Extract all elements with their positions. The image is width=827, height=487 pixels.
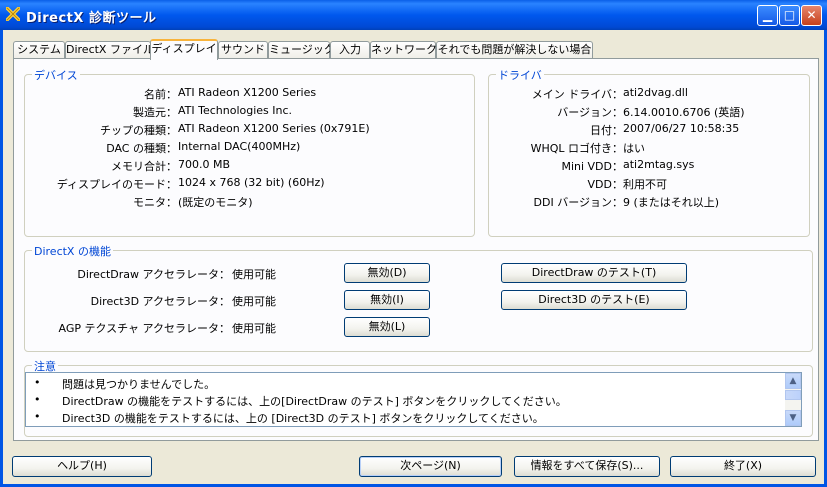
window-title: DirectX 診断ツール (26, 11, 157, 26)
scroll-down-button[interactable]: ▼ (785, 410, 801, 426)
driver-ddi-label: DDI バージョン： (533, 196, 623, 209)
driver-vdd-value: 利用不可 (623, 178, 667, 191)
minimize-icon: ▁ (762, 8, 773, 22)
device-mode-value: 1024 x 768 (32 bit) (60Hz) (178, 176, 325, 189)
scroll-up-button[interactable]: ▲ (785, 373, 801, 389)
driver-date-value: 2007/06/27 10:58:35 (623, 122, 740, 135)
note-text: Direct3D の機能をテストするには、上の [Direct3D のテスト] … (62, 412, 544, 425)
device-group-title: デバイス (32, 67, 80, 83)
driver-minivdd-value: ati2mtag.sys (623, 158, 695, 171)
driver-minivdd-label: Mini VDD： (561, 160, 623, 173)
device-memory-label: メモリ合計： (111, 160, 177, 173)
directx-features-group: DirectX の機能 DirectDraw アクセラレータ： 使用可能 無効(… (24, 243, 813, 352)
device-dac-label: DAC の種類： (106, 142, 177, 155)
driver-version-label: バージョン： (557, 106, 623, 119)
agp-accel-label: AGP テクスチャ アクセラレータ： (58, 322, 231, 335)
driver-whql-label: WHQL ロゴ付き： (530, 142, 623, 155)
device-dac-value: Internal DAC(400MHz) (178, 140, 301, 153)
save-all-info-button[interactable]: 情報をすべて保存(S)... (514, 456, 660, 477)
note-text: 問題は見つかりませんでした。 (62, 378, 216, 391)
dxdiag-window: DirectX 診断ツール ▁ □ ✕ システム DirectX ファイル ディ… (0, 0, 827, 487)
close-button[interactable]: ✕ (801, 5, 822, 26)
tab-system[interactable]: システム (13, 41, 65, 58)
driver-group-title: ドライバ (496, 67, 544, 83)
device-chip-value: ATI Radeon X1200 Series (0x791E) (178, 122, 370, 135)
driver-whql-value: はい (623, 142, 645, 155)
test-direct3d-button[interactable]: Direct3D のテスト(E) (501, 290, 687, 310)
help-button[interactable]: ヘルプ(H) (12, 456, 152, 477)
device-monitor-value: (既定のモニタ) (178, 196, 253, 209)
tab-display[interactable]: ディスプレイ (150, 39, 218, 60)
disable-agp-button[interactable]: 無効(L) (344, 317, 430, 337)
directx-features-title: DirectX の機能 (32, 243, 113, 259)
disable-direct3d-button[interactable]: 無効(I) (344, 290, 430, 310)
tab-more-help[interactable]: それでも問題が解決しない場合 (436, 41, 593, 58)
direct3d-accel-label: Direct3D アクセラレータ： (90, 295, 230, 308)
tab-music[interactable]: ミュージック (268, 41, 335, 58)
chevron-down-icon: ▼ (789, 413, 797, 423)
driver-vdd-label: VDD： (587, 178, 623, 191)
tab-directx-files[interactable]: DirectX ファイル (65, 41, 154, 58)
driver-main-value: ati2dvag.dll (623, 86, 688, 99)
notes-list[interactable]: • 問題は見つかりませんでした。 • DirectDraw の機能をテストするに… (25, 372, 802, 427)
disable-directdraw-button[interactable]: 無効(D) (344, 263, 430, 283)
directdraw-accel-label: DirectDraw アクセラレータ： (77, 268, 230, 281)
chevron-up-icon: ▲ (789, 376, 797, 386)
directx-logo-icon (6, 7, 20, 21)
exit-button[interactable]: 終了(X) (670, 456, 816, 477)
notes-scrollbar[interactable]: ▲ ▼ (785, 373, 801, 426)
scroll-thumb[interactable] (785, 390, 801, 400)
device-name-label: 名前： (144, 88, 177, 101)
title-bar[interactable]: DirectX 診断ツール ▁ □ ✕ (0, 0, 827, 30)
device-chip-label: チップの種類： (100, 124, 177, 137)
device-mode-label: ディスプレイのモード： (56, 178, 177, 191)
device-manufacturer-label: 製造元： (133, 106, 177, 119)
bullet-icon: • (34, 410, 41, 423)
device-monitor-label: モニタ： (133, 196, 177, 209)
driver-version-value: 6.14.0010.6706 (英語) (623, 106, 745, 119)
device-name-value: ATI Radeon X1200 Series (178, 86, 317, 99)
driver-main-label: メイン ドライバ： (531, 88, 623, 101)
next-page-button[interactable]: 次ページ(N) (359, 456, 502, 477)
test-directdraw-button[interactable]: DirectDraw のテスト(T) (501, 263, 687, 283)
tab-sound[interactable]: サウンド (218, 41, 268, 58)
driver-group: ドライバ メイン ドライバ： ati2dvag.dll バージョン： 6.14.… (488, 67, 810, 237)
tab-input[interactable]: 入力 (330, 41, 370, 58)
bullet-icon: • (34, 376, 41, 389)
minimize-button[interactable]: ▁ (757, 5, 778, 26)
driver-date-label: 日付： (590, 124, 623, 137)
maximize-button[interactable]: □ (779, 5, 800, 26)
direct3d-accel-status: 使用可能 (232, 295, 276, 308)
maximize-icon: □ (783, 8, 796, 22)
tab-network[interactable]: ネットワーク (370, 41, 437, 58)
note-text: DirectDraw の機能をテストするには、上の[DirectDraw のテス… (62, 395, 567, 408)
driver-ddi-value: 9 (またはそれ以上) (623, 196, 720, 209)
device-memory-value: 700.0 MB (178, 158, 231, 171)
bullet-icon: • (34, 393, 41, 406)
device-group: デバイス 名前： ATI Radeon X1200 Series 製造元： AT… (24, 67, 475, 237)
directdraw-accel-status: 使用可能 (232, 268, 276, 281)
close-icon: ✕ (806, 8, 817, 22)
device-manufacturer-value: ATI Technologies Inc. (178, 104, 293, 117)
agp-accel-status: 使用可能 (232, 322, 276, 335)
